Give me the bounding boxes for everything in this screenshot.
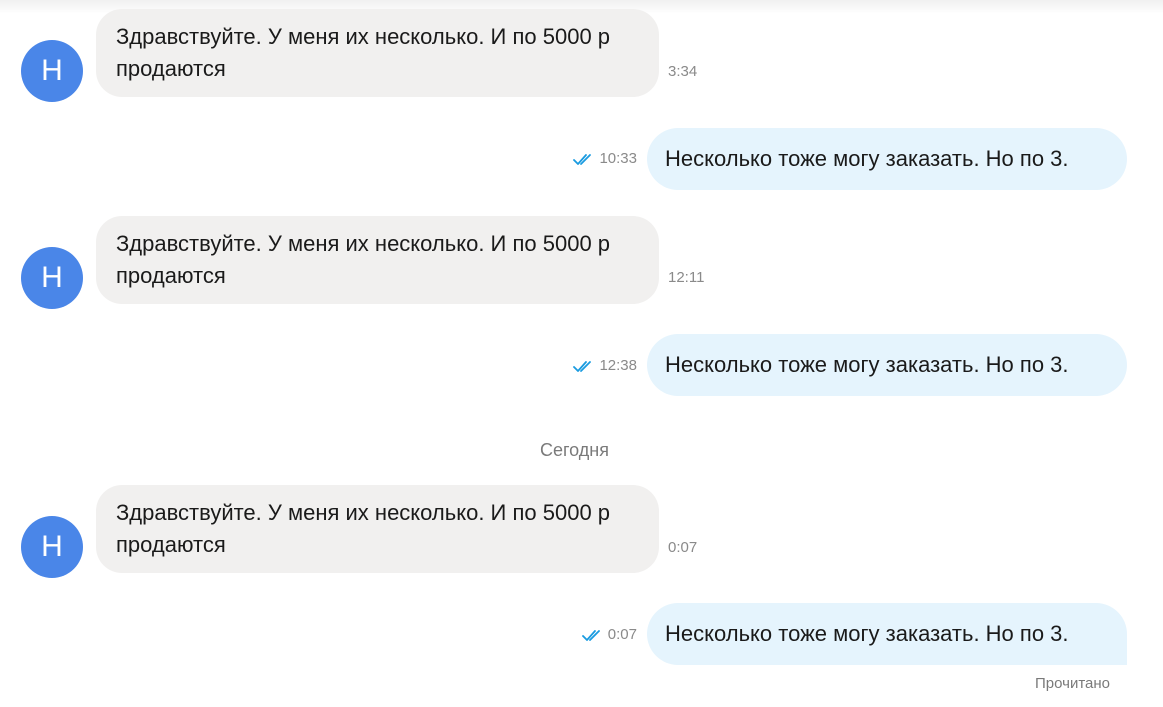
message-meta: 0:07 [581, 626, 637, 643]
message-time: 10:33 [599, 150, 637, 167]
message-time: 0:07 [607, 626, 637, 643]
read-status: Прочитано [1035, 675, 1110, 692]
date-divider: Сегодня [540, 440, 609, 460]
incoming-message-bubble[interactable]: Здравствуйте. У меня их несколько. И по … [96, 485, 659, 573]
outgoing-message-bubble[interactable]: Несколько тоже могу заказать. Но по 3. [647, 334, 1127, 396]
outgoing-message-bubble[interactable]: Несколько тоже могу заказать. Но по 3. [647, 603, 1127, 665]
double-check-icon [573, 360, 592, 372]
message-time: 12:11 [668, 269, 705, 286]
avatar[interactable]: Н [21, 247, 83, 309]
message-time: 0:07 [668, 539, 698, 556]
message-meta: 10:33 [573, 150, 637, 167]
double-check-icon [573, 153, 592, 165]
message-time: 12:38 [599, 357, 637, 374]
chat-thread: Н Здравствуйте. У меня их несколько. И п… [0, 0, 1163, 707]
message-time: 3:34 [668, 63, 698, 80]
message-meta: 12:38 [573, 357, 637, 374]
incoming-message-bubble[interactable]: Здравствуйте. У меня их несколько. И по … [96, 216, 659, 304]
double-check-icon [581, 629, 600, 641]
outgoing-message-bubble[interactable]: Несколько тоже могу заказать. Но по 3. [647, 128, 1127, 190]
avatar[interactable]: Н [21, 516, 83, 578]
avatar[interactable]: Н [21, 40, 83, 102]
incoming-message-bubble[interactable]: Здравствуйте. У меня их несколько. И по … [96, 9, 659, 97]
